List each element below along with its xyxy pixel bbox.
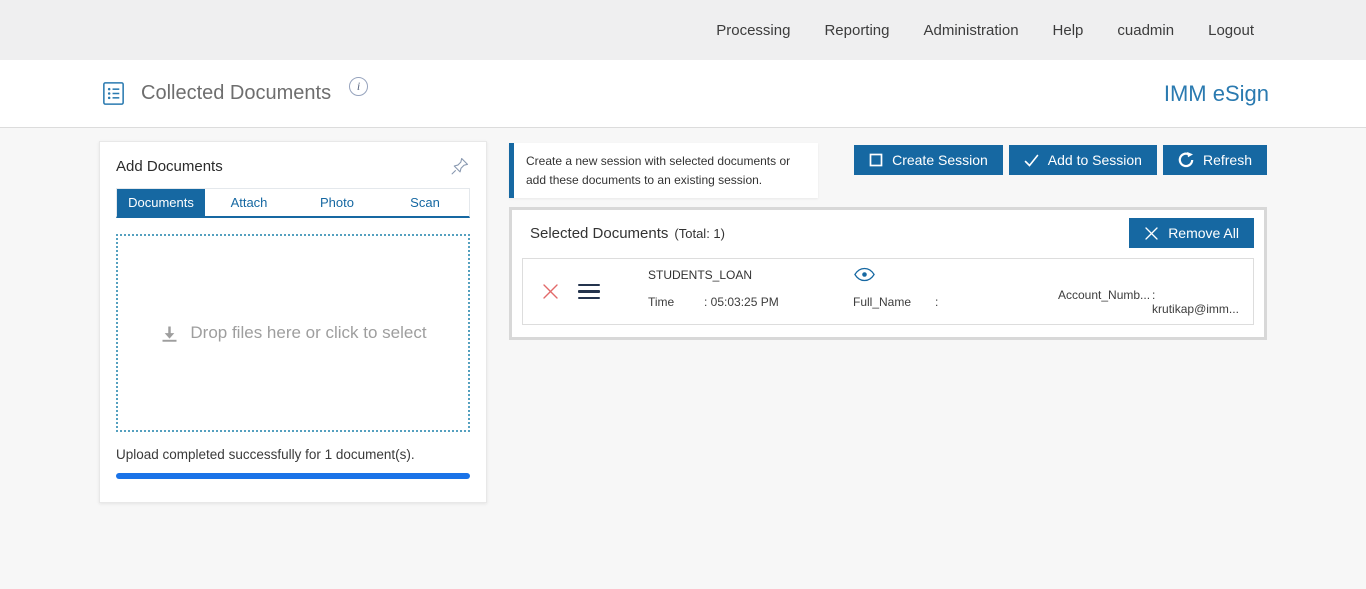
checkmark-icon	[1024, 154, 1039, 167]
file-dropzone[interactable]: Drop files here or click to select	[116, 234, 470, 432]
selected-documents-total: (Total: 1)	[674, 225, 725, 241]
tab-scan[interactable]: Scan	[381, 189, 469, 216]
tab-documents[interactable]: Documents	[117, 189, 205, 216]
dropzone-text: Drop files here or click to select	[190, 323, 427, 342]
document-fullname: Full_Name :	[853, 295, 1058, 309]
document-list-icon	[103, 82, 124, 105]
brand-logo: IMM eSign	[1163, 80, 1269, 106]
main-content: Add Documents Documents Attach Photo Sca…	[0, 128, 1366, 589]
account-value: : krutikap@imm...	[1152, 288, 1239, 316]
top-navigation: Processing Reporting Administration Help…	[0, 0, 1366, 60]
session-info-message: Create a new session with selected docum…	[509, 143, 818, 199]
fullname-value: :	[935, 295, 939, 309]
drag-handle-icon[interactable]	[578, 283, 600, 300]
nav-item-logout[interactable]: Logout	[1208, 22, 1254, 39]
document-details: STUDENTS_LOAN Time : 05:03:25 PM Full_Na…	[648, 267, 1243, 317]
upload-status-text: Upload completed successfully for 1 docu…	[116, 447, 415, 462]
document-row: STUDENTS_LOAN Time : 05:03:25 PM Full_Na…	[522, 258, 1254, 325]
add-documents-tabs: Documents Attach Photo Scan	[116, 188, 470, 218]
document-account: Account_Numb... : krutikap@imm...	[1058, 288, 1243, 316]
selected-documents-panel: Selected Documents (Total: 1) Remove All	[509, 207, 1267, 340]
add-documents-card: Add Documents Documents Attach Photo Sca…	[99, 141, 487, 503]
remove-all-label: Remove All	[1168, 225, 1239, 241]
document-name: STUDENTS_LOAN	[648, 267, 753, 282]
upload-progress-bar	[116, 473, 470, 479]
nav-item-processing[interactable]: Processing	[716, 22, 790, 39]
nav-item-help[interactable]: Help	[1053, 22, 1084, 39]
time-value: : 05:03:25 PM	[704, 295, 779, 309]
account-label: Account_Numb...	[1058, 288, 1151, 302]
selected-documents-title: Selected Documents	[530, 224, 669, 242]
tab-attach[interactable]: Attach	[205, 189, 293, 216]
add-to-session-label: Add to Session	[1047, 152, 1142, 168]
pin-icon[interactable]	[450, 156, 470, 176]
time-label: Time	[648, 295, 675, 309]
x-icon	[1145, 226, 1158, 240]
preview-eye-icon[interactable]	[853, 267, 876, 282]
page-header: Collected Documents i IMM eSign	[0, 60, 1366, 128]
remove-all-button[interactable]: Remove All	[1129, 218, 1254, 248]
tab-photo[interactable]: Photo	[293, 189, 381, 216]
refresh-button[interactable]: Refresh	[1162, 145, 1267, 175]
square-icon	[869, 153, 883, 167]
refresh-icon	[1178, 152, 1194, 168]
info-icon[interactable]: i	[349, 77, 369, 96]
page-title: Collected Documents	[141, 82, 332, 104]
document-time: Time : 05:03:25 PM	[648, 295, 853, 309]
nav-item-username[interactable]: cuadmin	[1117, 22, 1174, 39]
fullname-label: Full_Name	[853, 295, 912, 309]
refresh-label: Refresh	[1202, 152, 1252, 168]
session-actions: Create Session Add to Session Refresh	[854, 145, 1267, 175]
create-session-label: Create Session	[892, 152, 988, 168]
create-session-button[interactable]: Create Session	[854, 145, 1003, 175]
nav-item-reporting[interactable]: Reporting	[824, 22, 889, 39]
remove-document-icon[interactable]	[541, 282, 560, 301]
add-documents-title: Add Documents	[116, 157, 223, 175]
download-icon	[162, 326, 177, 342]
add-to-session-button[interactable]: Add to Session	[1008, 145, 1157, 175]
nav-item-administration[interactable]: Administration	[924, 22, 1019, 39]
